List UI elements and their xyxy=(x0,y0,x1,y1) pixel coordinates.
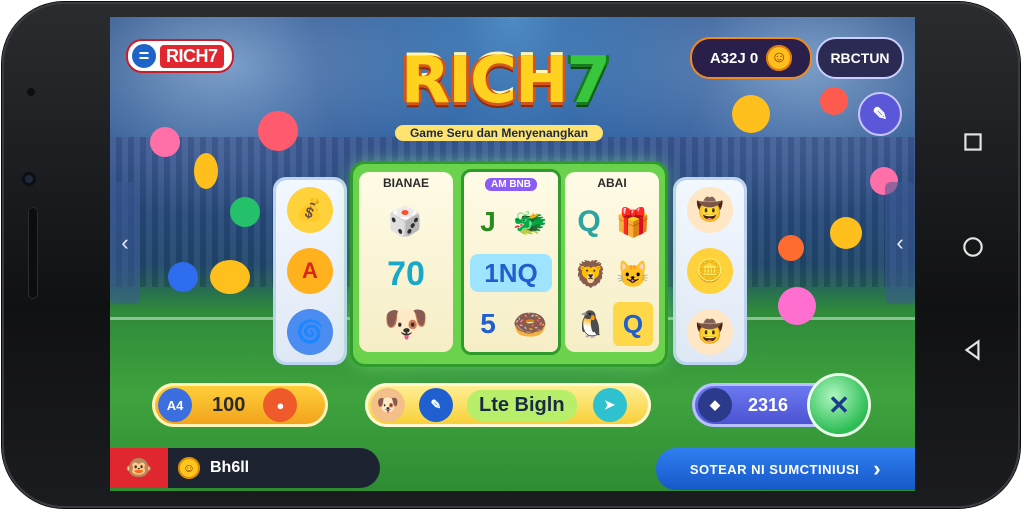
home-icon xyxy=(963,237,983,257)
front-camera xyxy=(22,172,36,186)
floating-ball xyxy=(230,197,260,227)
reel-3-header: ABAI xyxy=(597,176,627,190)
continue-button-label: SOTEAR NI SUMCTINIUSI xyxy=(689,461,860,477)
account-button-label: RBCTUN xyxy=(830,50,890,66)
back-icon xyxy=(964,339,980,361)
cat-symbol: 😺 xyxy=(616,258,650,289)
floating-coin xyxy=(732,95,770,133)
back-button[interactable] xyxy=(957,334,989,366)
dog-avatar-icon: 🐶 xyxy=(371,388,405,422)
left-scroll-arrow[interactable]: ‹ xyxy=(110,182,140,304)
slot-machine: BIANAE 🎲 70 🐶 AM BNB J 🐲 1NQ 5 🍩 ABAI Q … xyxy=(353,164,665,364)
sensor xyxy=(27,88,35,96)
donut-symbol: 🍩 xyxy=(512,308,548,340)
letter-symbol: J xyxy=(480,206,496,237)
dog-symbol: 🐶 xyxy=(383,303,429,344)
wrench-icon: ✕ xyxy=(828,389,850,420)
account-button[interactable]: RBCTUN xyxy=(816,37,904,79)
smiley-coin-icon: ☺ xyxy=(766,45,793,71)
lobby-bar[interactable]: 🐶 ✎ Lte Bigln ➤ xyxy=(365,383,651,427)
pencil-icon: ✎ xyxy=(419,388,453,422)
gift-symbol: 🎁 xyxy=(615,206,651,238)
recent-apps-icon xyxy=(964,133,982,151)
floating-coin xyxy=(210,260,250,294)
game-logo: RICH7 xyxy=(355,45,655,117)
chevron-right-icon: › xyxy=(873,456,882,481)
floating-coin xyxy=(194,153,218,189)
reel-1: BIANAE 🎲 70 🐶 xyxy=(359,172,453,352)
bet-control[interactable]: A4 100 ● xyxy=(152,383,328,427)
rocket-icon[interactable]: ➤ xyxy=(592,388,627,422)
floating-ball xyxy=(150,127,180,157)
player-name: Bh6ll xyxy=(210,459,250,476)
dice-symbol: 🎲 xyxy=(387,205,423,237)
coin-symbol: 💰 xyxy=(287,187,333,234)
left-side-reel: 💰 A 🌀 xyxy=(276,180,344,362)
floating-ball xyxy=(820,87,848,115)
coin-symbol: 🪙 xyxy=(687,247,733,294)
recent-apps-button[interactable] xyxy=(957,126,989,158)
balance-pill[interactable]: A32J 0 ☺ xyxy=(690,37,812,79)
letter-symbol: Q xyxy=(577,205,601,238)
floating-ball xyxy=(258,111,298,151)
reel-3: ABAI Q 🎁 🦁 😺 🐧 Q xyxy=(565,172,659,352)
floating-ball xyxy=(778,287,816,325)
logo-text: RICH xyxy=(400,44,569,118)
spin-button[interactable]: ✕ xyxy=(810,376,868,434)
brand-badge[interactable]: = RICH7 xyxy=(126,39,234,73)
win-value: 2316 xyxy=(748,394,789,415)
coin-icon: ☺ xyxy=(178,457,200,479)
reel-1-header: BIANAE xyxy=(382,176,429,190)
penguin-symbol: 🐧 xyxy=(574,308,608,339)
number-symbol: 5 xyxy=(480,308,496,339)
continue-button[interactable]: SOTEAR NI SUMCTINIUSI › xyxy=(656,448,915,490)
bet-chip-icon[interactable]: ● xyxy=(263,388,298,422)
swirl-symbol: 🌀 xyxy=(287,308,333,355)
game-screen: = RICH7 RICH7 Game Seru dan Menyenangkan… xyxy=(110,17,915,491)
reel-2-header: AM BNB xyxy=(464,176,558,191)
settings-button[interactable]: ✎ xyxy=(858,92,902,136)
home-button[interactable] xyxy=(957,231,989,263)
reel-2-header-label: AM BNB xyxy=(485,178,537,191)
tagline: Game Seru dan Menyenangkan xyxy=(395,125,603,141)
lion-symbol: 🦁 xyxy=(574,258,608,289)
combo-symbol: 1NQ xyxy=(470,254,552,292)
speaker-grille xyxy=(28,207,38,299)
menu-icon: = xyxy=(132,44,156,68)
player-bar[interactable]: 🐵 ☺ Bh6ll xyxy=(110,448,380,488)
bet-value: 100 xyxy=(212,393,246,416)
chevron-left-icon: ‹ xyxy=(896,230,904,255)
wrench-icon: ✎ xyxy=(872,103,888,124)
reel-2: AM BNB J 🐲 1NQ 5 🍩 xyxy=(461,169,561,355)
gem-icon: ◆ xyxy=(698,388,732,422)
player-avatar: 🐵 xyxy=(110,448,168,488)
letter-symbol: A xyxy=(287,247,333,294)
cowboy-symbol: 🤠 xyxy=(687,308,733,355)
floating-ball xyxy=(168,262,198,292)
right-scroll-arrow[interactable]: ‹ xyxy=(885,182,915,304)
lobby-label: Lte Bigln xyxy=(467,389,577,421)
floating-coin xyxy=(830,217,862,249)
number-symbol: 70 xyxy=(387,254,425,293)
dragon-symbol: 🐲 xyxy=(512,206,548,238)
cowboy-symbol: 🤠 xyxy=(687,187,733,234)
chevron-left-icon: ‹ xyxy=(121,230,129,255)
floating-ball xyxy=(778,235,804,261)
brand-name: RICH7 xyxy=(160,44,224,68)
bet-chip: A4 xyxy=(158,388,192,422)
right-side-reel: 🤠 🪙 🤠 xyxy=(676,180,744,362)
balance-value: A32J 0 xyxy=(709,49,759,67)
logo-seven: 7 xyxy=(566,44,612,118)
letter-symbol: Q xyxy=(613,302,653,346)
